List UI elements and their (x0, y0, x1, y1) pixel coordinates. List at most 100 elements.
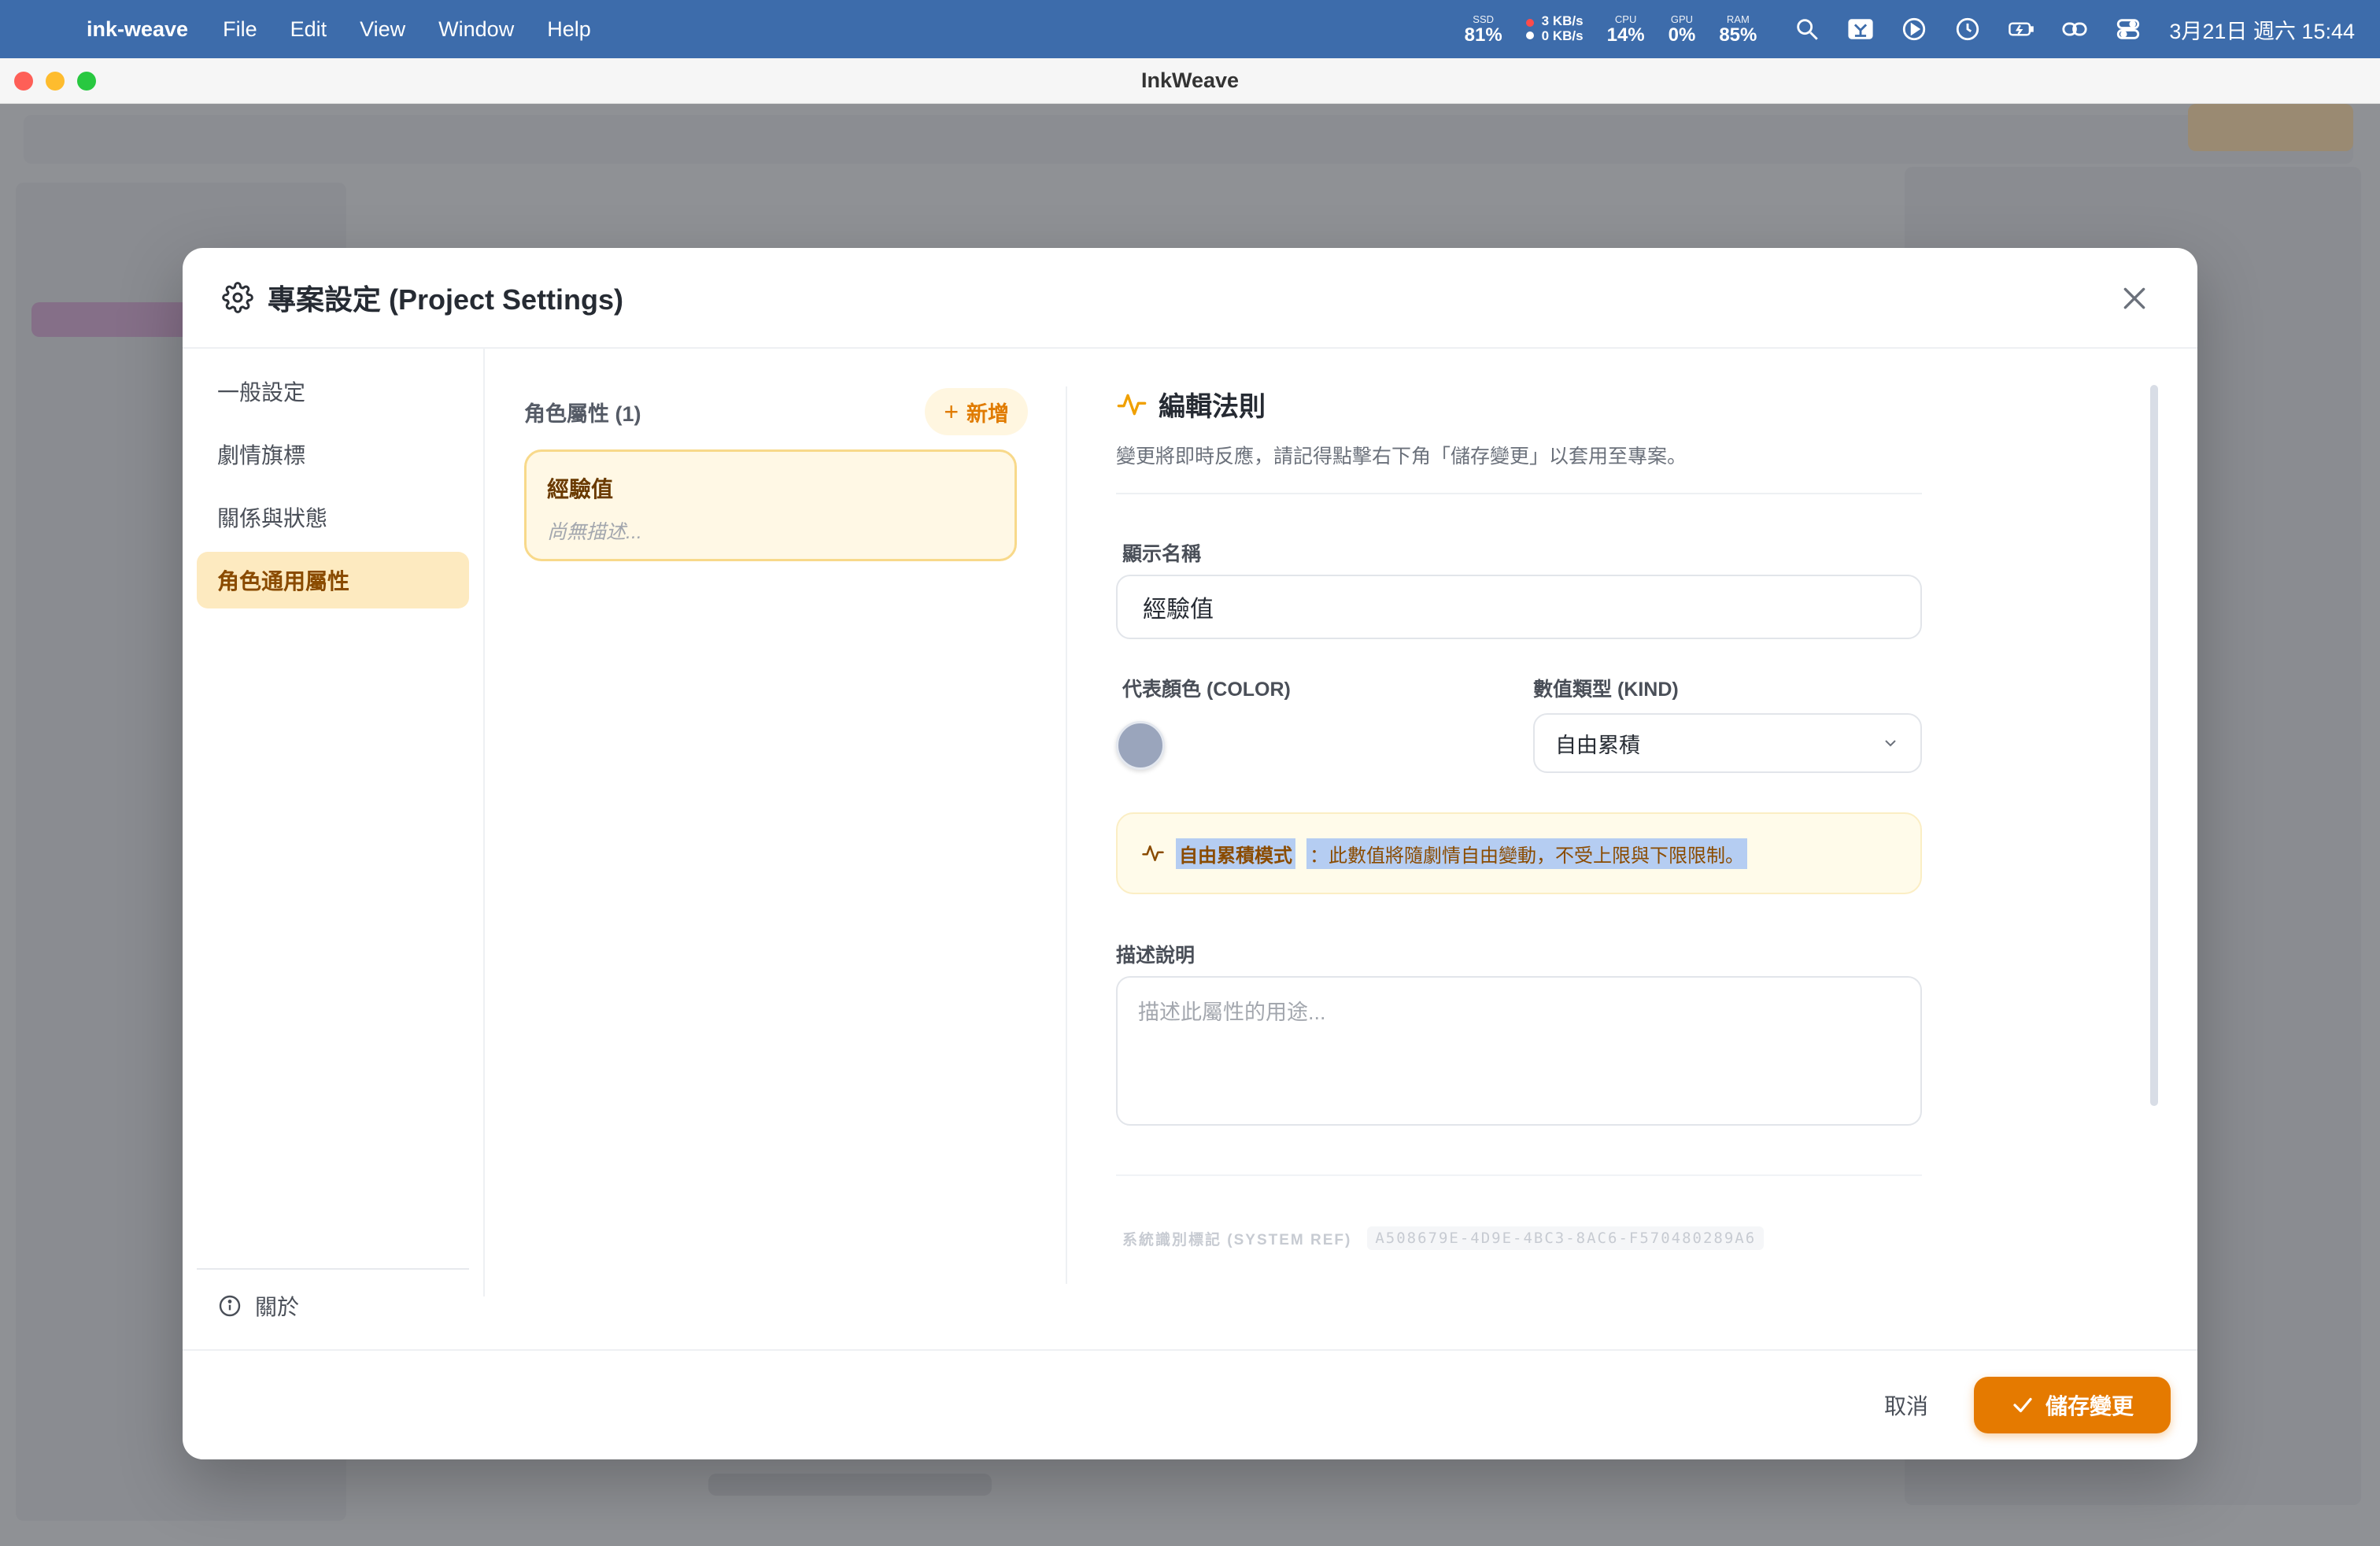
status-area: SSD 81% 3 KB/s 0 KB/s CPU 14% GPU 0% RAM… (1465, 0, 2380, 58)
nav-item-relations-status[interactable]: 關係與狀態 (197, 489, 469, 546)
editor-header: 編輯法則 (1116, 385, 2197, 423)
editor-divider-bottom (1116, 1174, 1922, 1176)
editor-scrollbar[interactable] (2150, 385, 2158, 1106)
window-minimize-button[interactable] (46, 71, 65, 91)
nav-item-story-flags[interactable]: 劇情旗標 (197, 426, 469, 483)
hint-title: 自由累積模式 (1176, 838, 1295, 869)
time-machine-icon[interactable] (1952, 13, 1983, 45)
plus-icon: + (944, 397, 959, 426)
add-attribute-button[interactable]: + 新增 (925, 388, 1028, 435)
project-settings-dialog: 專案設定 (Project Settings) 一般設定 劇情旗標 關係與狀態 … (183, 248, 2197, 1459)
display-name-value: 經驗值 (1143, 597, 1214, 623)
description-label: 描述說明 (1116, 945, 1196, 967)
editor-subtitle: 變更將即時反應，請記得點擊右下角「儲存變更」以套用至專案。 (1116, 446, 1687, 468)
window-zoom-button[interactable] (77, 71, 96, 91)
save-changes-label: 儲存變更 (2045, 1394, 2134, 1418)
dialog-title: 專案設定 (Project Settings) (268, 283, 624, 316)
close-icon[interactable] (2119, 283, 2150, 314)
cancel-button[interactable]: 取消 (1884, 1389, 1928, 1421)
editor-divider (1116, 493, 1922, 494)
system-ref-value: A508679E-4D9E-4BC3-8AC6-F570480289A6 (1367, 1226, 1765, 1250)
attribute-editor: 編輯法則 變更將即時反應，請記得點擊右下角「儲存變更」以套用至專案。 顯示名稱 … (1067, 349, 2197, 1296)
menu-app[interactable]: ink-weave (87, 17, 188, 42)
spotlight-search-icon[interactable] (1791, 13, 1823, 45)
gpu-value: 0% (1668, 24, 1696, 46)
menubar-clock[interactable]: 3月21日 週六 15:44 (2169, 14, 2355, 45)
net-up-rate: 3 KB/s (1541, 13, 1584, 29)
about-button[interactable]: 關於 (197, 1290, 469, 1322)
ssd-label: SSD (1473, 13, 1495, 25)
kind-hint-box: 自由累積模式 ：此數值將隨劇情自由變動，不受上限與下限限制。 (1116, 812, 1922, 894)
kind-select[interactable]: 自由累積 (1533, 713, 1922, 773)
color-swatch[interactable] (1116, 721, 1165, 770)
description-textarea[interactable]: 描述此屬性的用途... (1116, 976, 1922, 1126)
app-window: InkWeave 專案設定 (Project Settings) 一般設定 劇情… (0, 58, 2380, 1546)
menu-bar: ink-weave File Edit View Window Help SSD… (0, 0, 2380, 58)
gear-icon (222, 282, 253, 313)
traffic-lights (14, 71, 109, 91)
battery-icon[interactable] (2005, 13, 2037, 45)
background-text-line (708, 1474, 992, 1496)
dialog-header: 專案設定 (Project Settings) (183, 248, 2197, 349)
chevron-down-icon (1885, 740, 1896, 747)
menu-help[interactable]: Help (547, 17, 591, 42)
ram-label: RAM (1726, 13, 1750, 25)
window-titlebar[interactable]: InkWeave (0, 58, 2380, 104)
activity-icon (1142, 845, 1164, 861)
background-badge (2188, 104, 2353, 151)
settings-nav: 一般設定 劇情旗標 關係與狀態 角色通用屬性 關於 (183, 349, 485, 1319)
dialog-body: 一般設定 劇情旗標 關係與狀態 角色通用屬性 關於 角色屬性 (1) + 新增 … (183, 349, 2197, 1319)
display-name-input[interactable]: 經驗值 (1116, 575, 1922, 639)
menu-file[interactable]: File (223, 17, 257, 42)
net-down-rate: 0 KB/s (1541, 28, 1584, 43)
menu-window[interactable]: Window (438, 17, 514, 42)
menu-edit[interactable]: Edit (290, 17, 327, 42)
network-stat[interactable]: 3 KB/s 0 KB/s (1525, 13, 1584, 43)
description-placeholder: 描述此屬性的用途... (1138, 1000, 1326, 1024)
input-method-icon[interactable] (1845, 13, 1876, 45)
save-changes-button[interactable]: 儲存變更 (1974, 1377, 2171, 1433)
attribute-item-desc: 尚無描述... (547, 521, 642, 543)
system-ref-label: 系統識別標記 (SYSTEM REF) (1122, 1231, 1352, 1248)
color-label: 代表顏色 (COLOR) (1122, 679, 1291, 701)
media-play-icon[interactable] (1898, 13, 1930, 45)
attribute-list-title: 角色屬性 (1) (524, 401, 641, 426)
attribute-list-header: 角色屬性 (1) + 新增 (524, 388, 1028, 435)
attribute-item-name: 經驗值 (547, 477, 614, 501)
ssd-value: 81% (1464, 24, 1502, 46)
link-icon[interactable] (2059, 13, 2090, 45)
dialog-footer: 取消 儲存變更 (183, 1349, 2197, 1459)
attribute-list-item[interactable]: 經驗值 尚無描述... (524, 449, 1017, 561)
editor-title: 編輯法則 (1159, 392, 1266, 422)
kind-field: 數值類型 (KIND) 自由累積 (1533, 674, 1922, 773)
gpu-stat[interactable]: GPU 0% (1669, 14, 1696, 45)
hint-text: ：此數值將隨劇情自由變動，不受上限與下限限制。 (1306, 838, 1747, 869)
nav-item-character-attributes[interactable]: 角色通用屬性 (197, 552, 469, 608)
color-field: 代表顏色 (COLOR) (1116, 674, 1533, 773)
add-attribute-label: 新增 (966, 401, 1009, 426)
about-label: 關於 (255, 1295, 300, 1319)
kind-label: 數值類型 (KIND) (1533, 679, 1679, 701)
window-title: InkWeave (1140, 68, 1240, 92)
attribute-list-panel: 角色屬性 (1) + 新增 經驗值 尚無描述... (485, 349, 1067, 1296)
cpu-stat[interactable]: CPU 14% (1607, 14, 1645, 45)
network-indicator-icon (1525, 17, 1534, 42)
cpu-value: 14% (1606, 24, 1645, 46)
color-kind-row: 代表顏色 (COLOR) 數值類型 (KIND) 自由累積 (1116, 674, 1922, 773)
window-close-button[interactable] (14, 71, 33, 91)
background-toolbar (24, 115, 2353, 164)
control-center-icon[interactable] (2112, 13, 2144, 45)
display-name-label: 顯示名稱 (1122, 543, 1202, 565)
menu-view[interactable]: View (360, 17, 405, 42)
activity-icon (1117, 394, 1147, 415)
nav-footer: 關於 (197, 1268, 469, 1322)
kind-select-value: 自由累積 (1555, 733, 1640, 757)
ssd-stat[interactable]: SSD 81% (1465, 14, 1502, 45)
nav-item-general[interactable]: 一般設定 (197, 363, 469, 420)
ram-value: 85% (1719, 24, 1757, 46)
gpu-label: GPU (1670, 13, 1694, 25)
ram-stat[interactable]: RAM 85% (1719, 14, 1757, 45)
system-ref: 系統識別標記 (SYSTEM REF) A508679E-4D9E-4BC3-8… (1116, 1226, 2197, 1250)
info-icon (219, 1295, 241, 1317)
check-icon (2013, 1397, 2032, 1413)
